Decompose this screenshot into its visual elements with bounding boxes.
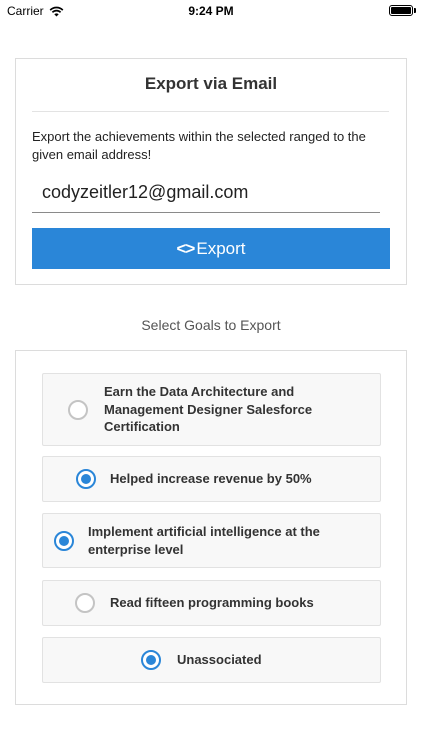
radio-button[interactable]: [141, 650, 161, 670]
export-email-card: Export via Email Export the achievements…: [15, 58, 407, 285]
goal-option[interactable]: Unassociated: [42, 637, 381, 683]
radio-button[interactable]: [76, 469, 96, 489]
radio-button[interactable]: [54, 530, 74, 551]
goal-option[interactable]: Read fifteen programming books: [42, 580, 381, 626]
battery-icon: [389, 5, 413, 16]
goal-label: Helped increase revenue by 50%: [110, 471, 312, 487]
battery-cap: [414, 8, 416, 13]
goals-card: Earn the Data Architecture and Managemen…: [15, 350, 407, 705]
title-divider: [32, 111, 389, 112]
export-title: Export via Email: [144, 74, 278, 93]
goal-option[interactable]: Earn the Data Architecture and Managemen…: [42, 373, 381, 446]
goal-option[interactable]: Implement artificial intelligence at the…: [42, 513, 381, 568]
export-button[interactable]: <> Export: [32, 228, 390, 269]
email-field[interactable]: [32, 173, 380, 213]
goal-label: Unassociated: [177, 652, 262, 668]
code-icon: <>: [176, 238, 196, 258]
goal-label: Read fifteen programming books: [110, 595, 314, 611]
status-time: 9:24 PM: [188, 4, 234, 18]
goal-option[interactable]: Helped increase revenue by 50%: [42, 456, 381, 502]
radio-button[interactable]: [75, 593, 95, 613]
radio-button[interactable]: [68, 399, 88, 420]
export-button-label: Export: [196, 238, 246, 258]
goals-section-label: Select Goals to Export: [141, 317, 281, 333]
goal-label: Implement artificial intelligence at the…: [88, 524, 320, 557]
export-description: Export the achievements within the selec…: [32, 129, 366, 162]
status-bar: Carrier 9:24 PM: [0, 0, 422, 24]
goal-label: Earn the Data Architecture and Managemen…: [104, 384, 313, 435]
